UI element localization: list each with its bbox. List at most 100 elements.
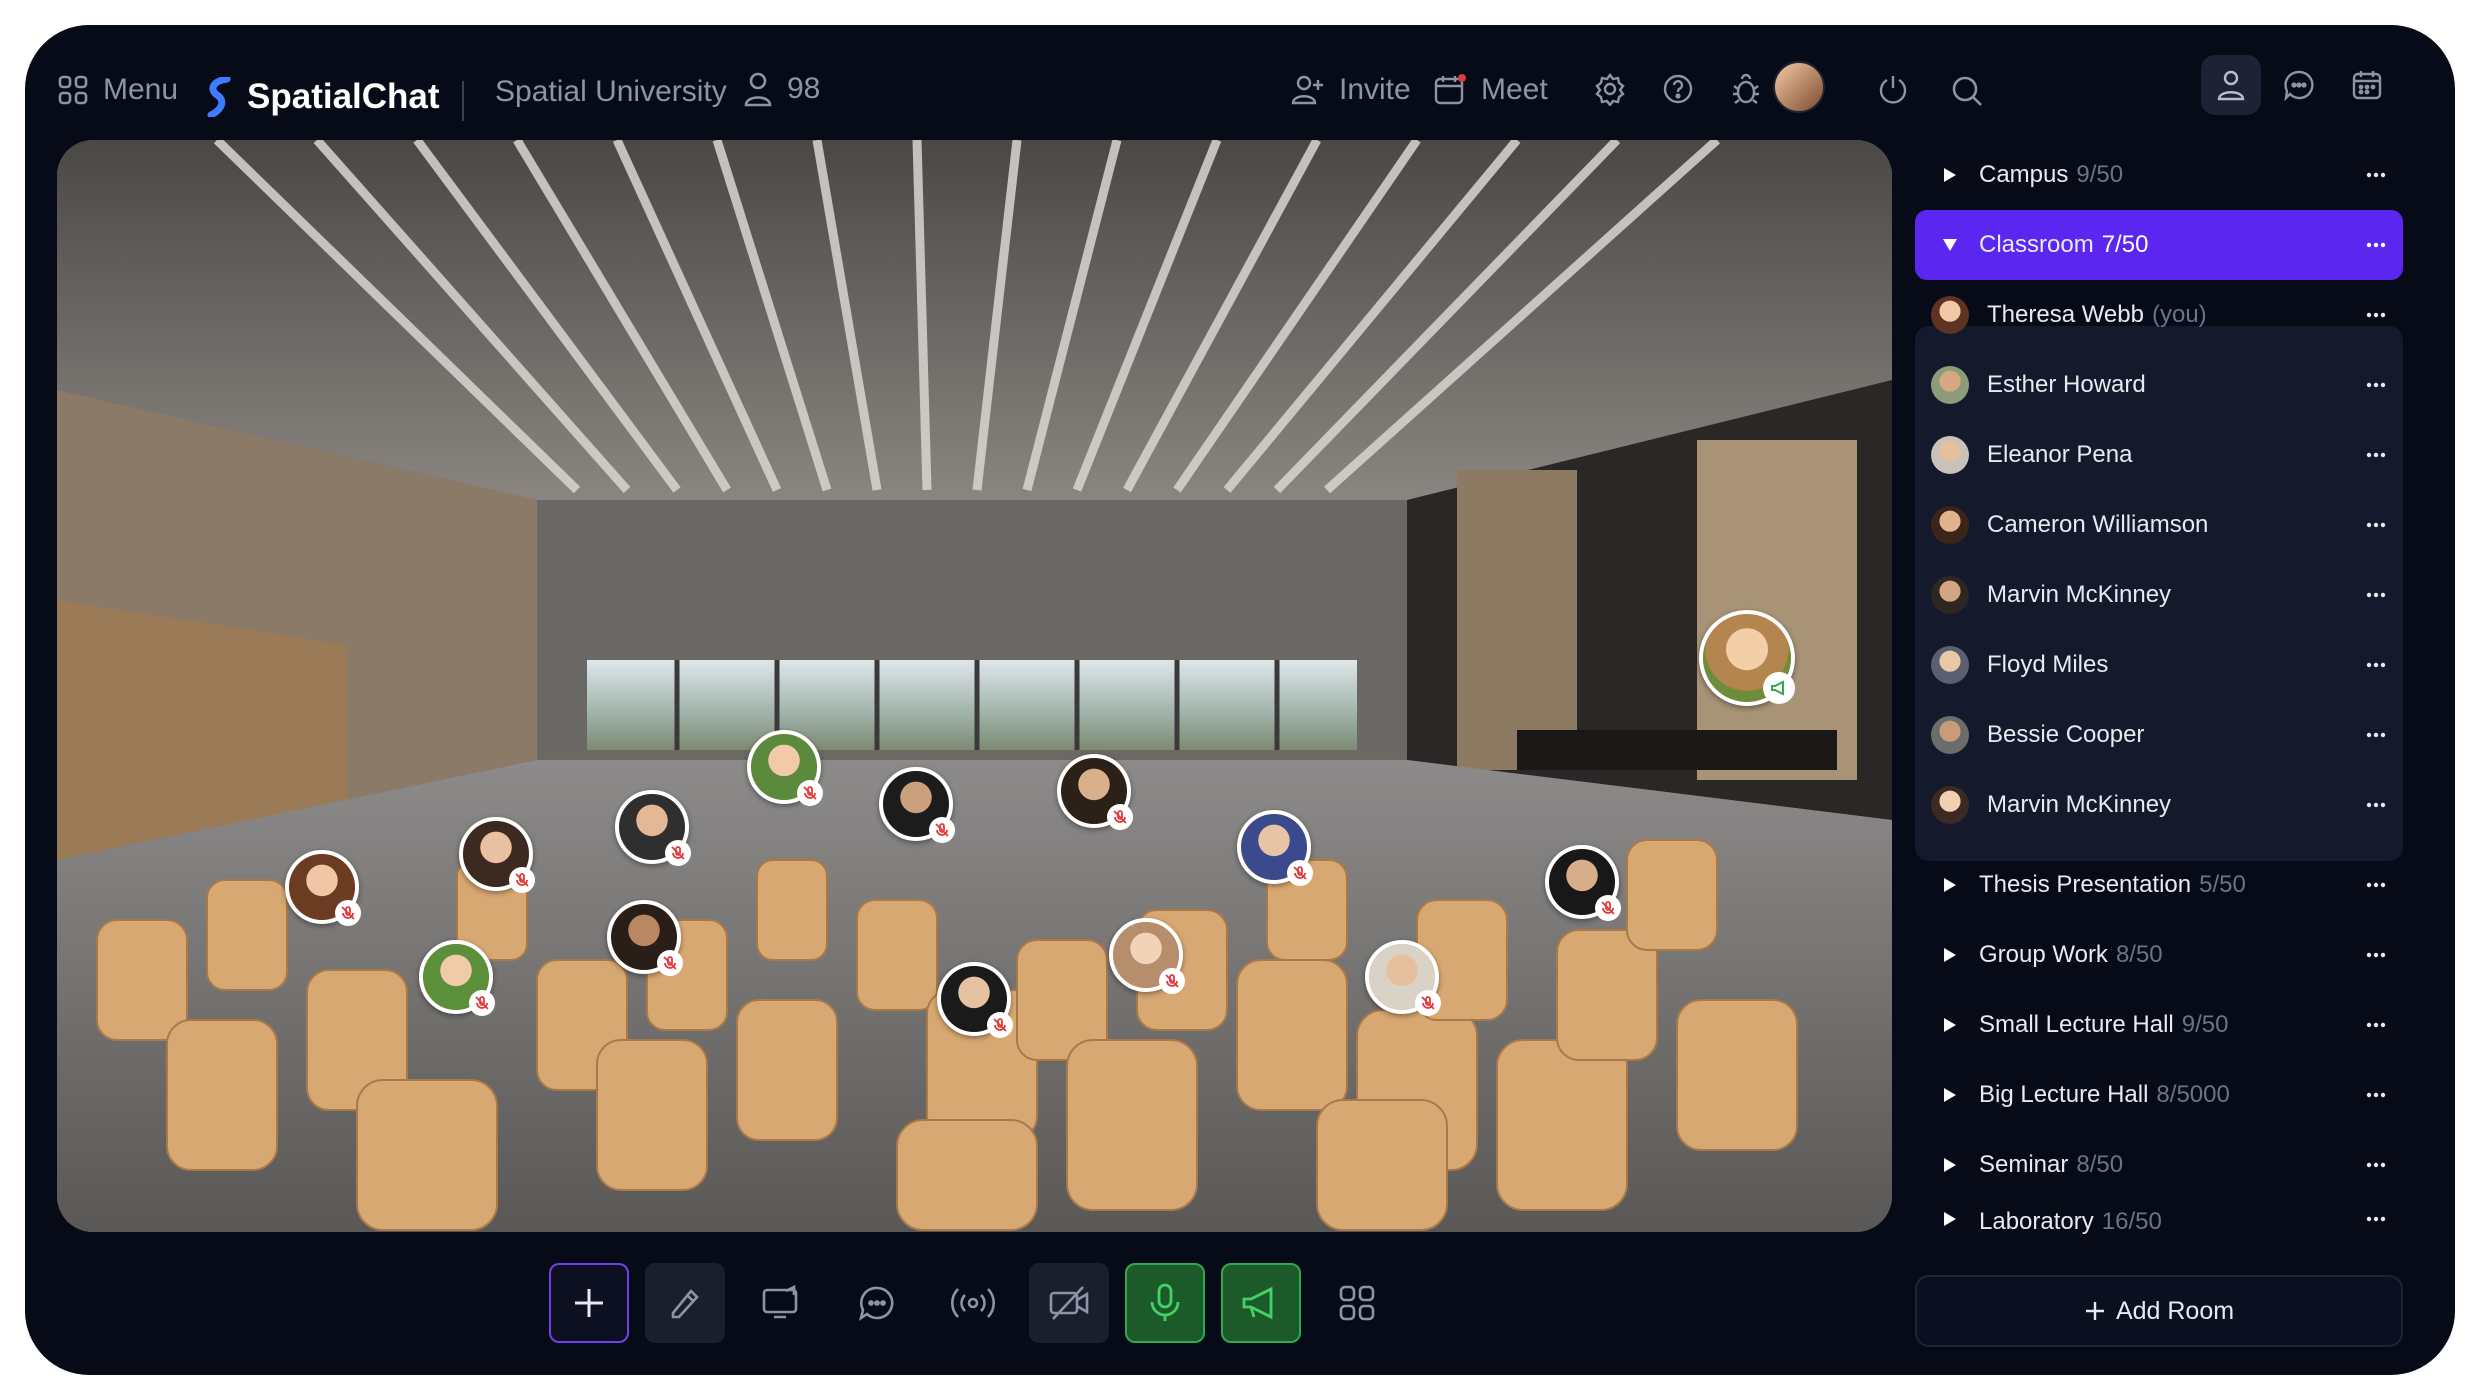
avatar	[1931, 646, 1969, 684]
avatar	[1931, 366, 1969, 404]
share-screen-button[interactable]	[741, 1263, 821, 1343]
mic-muted-badge	[1287, 860, 1313, 886]
mic-muted-badge	[929, 817, 955, 843]
room-name: Small Lecture Hall	[1979, 1011, 2174, 1038]
room-item-thesis-presentation[interactable]: Thesis Presentation 5/50	[1915, 850, 2403, 920]
room-count: 16/50	[2101, 1208, 2162, 1235]
add-room-button[interactable]: Add Room	[1915, 1275, 2403, 1347]
mic-muted-icon	[1113, 810, 1127, 824]
mic-muted-badge	[469, 990, 495, 1016]
participant-item[interactable]: Floyd Miles	[1915, 630, 2403, 700]
participants-count[interactable]: 98	[743, 71, 820, 107]
avatar-participant[interactable]	[607, 900, 683, 976]
participant-name: Floyd Miles	[1987, 651, 2109, 678]
avatar-participant[interactable]	[419, 940, 495, 1016]
more-icon[interactable]	[2363, 792, 2389, 818]
bug-icon	[1733, 73, 1759, 104]
more-icon[interactable]	[2363, 582, 2389, 608]
more-icon[interactable]	[2363, 1206, 2389, 1232]
avatar-participant[interactable]	[747, 730, 823, 806]
room-item-campus[interactable]: Campus 9/50	[1915, 140, 2403, 210]
avatar-participant[interactable]	[1057, 754, 1133, 830]
tab-chat[interactable]	[2269, 55, 2329, 115]
participant-item[interactable]: Bessie Cooper	[1915, 700, 2403, 770]
avatar-participant[interactable]	[1545, 845, 1621, 921]
help-button[interactable]	[1656, 67, 1700, 111]
room-item-seminar[interactable]: Seminar 8/50	[1915, 1130, 2403, 1200]
mic-muted-icon	[475, 996, 489, 1010]
space-name[interactable]: Spatial University	[495, 75, 727, 109]
avatar	[1931, 296, 1969, 334]
more-icon[interactable]	[2363, 942, 2389, 968]
more-icon[interactable]	[2363, 722, 2389, 748]
chat-icon	[858, 1286, 894, 1321]
camera-off-icon	[1049, 1286, 1089, 1320]
more-icon[interactable]	[2363, 1152, 2389, 1178]
user-icon	[744, 72, 772, 107]
apps-button[interactable]	[1317, 1263, 1397, 1343]
more-icon[interactable]	[2363, 512, 2389, 538]
more-icon[interactable]	[2363, 162, 2389, 188]
megaphone-button[interactable]	[1221, 1263, 1301, 1343]
room-stage[interactable]	[57, 140, 1892, 1232]
avatar-participant[interactable]	[1109, 918, 1185, 994]
mic-muted-icon	[1165, 974, 1179, 988]
search-button[interactable]	[1945, 69, 1989, 113]
participant-item[interactable]: Marvin McKinney	[1915, 770, 2403, 840]
grid-icon	[1339, 1285, 1375, 1321]
room-item-group-work[interactable]: Group Work 8/50	[1915, 920, 2403, 990]
more-icon[interactable]	[2363, 442, 2389, 468]
leave-button[interactable]	[1871, 67, 1915, 111]
mic-muted-icon	[671, 846, 685, 860]
tab-schedule[interactable]	[2337, 55, 2397, 115]
room-item-big-lecture-hall[interactable]: Big Lecture Hall 8/5000	[1915, 1060, 2403, 1130]
more-icon[interactable]	[2363, 1012, 2389, 1038]
menu-button[interactable]: Menu	[57, 73, 178, 107]
collapsed-arrow-icon	[1939, 1016, 1961, 1034]
participant-item[interactable]: Marvin McKinney	[1915, 560, 2403, 630]
settings-button[interactable]	[1588, 67, 1632, 111]
more-icon[interactable]	[2363, 652, 2389, 678]
room-item-classroom[interactable]: Classroom 7/50	[1915, 210, 2403, 280]
avatar-participant[interactable]	[937, 962, 1013, 1038]
more-icon[interactable]	[2363, 372, 2389, 398]
avatar-participant[interactable]	[1365, 940, 1441, 1016]
add-content-button[interactable]	[549, 1263, 629, 1343]
camera-toggle-button[interactable]	[1029, 1263, 1109, 1343]
more-icon[interactable]	[2363, 302, 2389, 328]
draw-button[interactable]	[645, 1263, 725, 1343]
room-item-small-lecture-hall[interactable]: Small Lecture Hall 9/50	[1915, 990, 2403, 1060]
avatar-participant[interactable]	[879, 767, 955, 843]
microphone-toggle-button[interactable]	[1125, 1263, 1205, 1343]
chat-icon	[2284, 70, 2314, 101]
gear-icon	[1595, 73, 1625, 106]
participant-item[interactable]: Eleanor Pena	[1915, 420, 2403, 490]
avatar-speaker[interactable]	[1699, 610, 1795, 706]
calendar-icon	[2352, 71, 2382, 100]
invite-button[interactable]: Invite	[1291, 73, 1411, 107]
mic-muted-icon	[803, 786, 817, 800]
avatar-participant[interactable]	[1237, 810, 1313, 886]
mic-muted-badge	[1107, 804, 1133, 830]
room-count: 8/50	[2076, 1151, 2124, 1178]
spatialchat-logo[interactable]: SpatialChat	[205, 77, 440, 117]
meet-button[interactable]: Meet	[1433, 73, 1548, 107]
more-icon[interactable]	[2363, 1082, 2389, 1108]
avatar-participant[interactable]	[615, 790, 691, 866]
participant-name: Cameron Williamson	[1987, 511, 2209, 538]
avatar-participant[interactable]	[285, 850, 361, 926]
user-avatar[interactable]	[1773, 61, 1825, 113]
bug-report-button[interactable]	[1724, 67, 1768, 111]
avatar-participant[interactable]	[459, 817, 535, 893]
tab-people[interactable]	[2201, 55, 2261, 115]
screen-share-icon	[762, 1284, 798, 1319]
participant-item[interactable]: Theresa Webb (you)	[1915, 280, 2403, 350]
participant-item[interactable]: Cameron Williamson	[1915, 490, 2403, 560]
room-item-laboratory[interactable]: Laboratory 16/50	[1915, 1200, 2403, 1240]
more-icon[interactable]	[2363, 872, 2389, 898]
more-icon[interactable]	[2363, 232, 2389, 258]
chat-button[interactable]	[837, 1263, 917, 1343]
participant-item[interactable]: Esther Howard	[1915, 350, 2403, 420]
broadcast-button[interactable]	[933, 1263, 1013, 1343]
classroom-background	[57, 140, 1892, 1232]
